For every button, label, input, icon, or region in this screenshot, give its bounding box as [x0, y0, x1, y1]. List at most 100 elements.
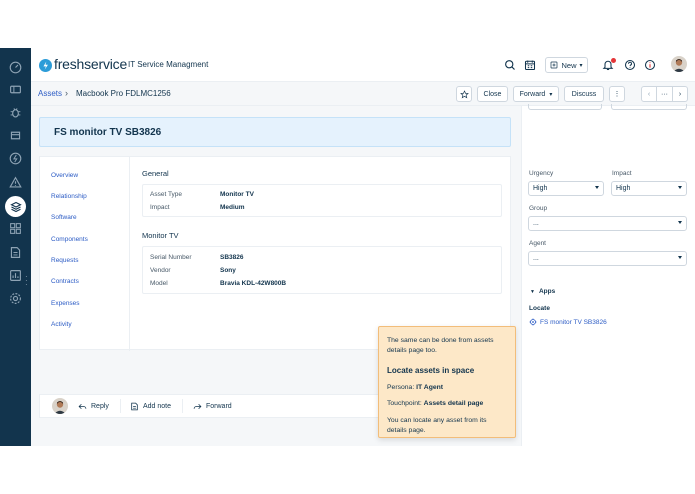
truncated-select[interactable]: [611, 104, 687, 110]
general-fields: Asset Type Monitor TV Impact Medium: [142, 184, 502, 217]
agent-value: ...: [533, 255, 539, 262]
group-select[interactable]: ...: [528, 216, 687, 231]
asset-detail-card: Overview Relationship Software Component…: [39, 156, 511, 351]
app-name: IT Service Managment: [128, 60, 209, 69]
tooltip-title: Locate assets in space: [387, 366, 475, 375]
monitor-section-title: Monitor TV: [142, 231, 179, 240]
divider: [182, 399, 183, 413]
releases-icon[interactable]: [8, 151, 23, 166]
calendar-icon[interactable]: [524, 59, 536, 71]
chevron-down-icon: [678, 221, 682, 224]
tab-contracts[interactable]: Contracts: [51, 278, 79, 285]
asset-tabs: Overview Relationship Software Component…: [40, 157, 130, 351]
alert-icon[interactable]: [8, 175, 23, 190]
logo-text: freshservice: [54, 56, 128, 72]
chevron-down-icon: [678, 256, 682, 259]
tab-components[interactable]: Components: [51, 236, 88, 243]
more-options-button[interactable]: ⋮: [609, 86, 625, 102]
discuss-button[interactable]: Discuss: [564, 86, 604, 102]
close-button[interactable]: Close: [477, 86, 508, 102]
changes-icon[interactable]: [8, 128, 23, 143]
locate-link-text: FS monitor TV SB3826: [540, 318, 607, 326]
tickets-icon[interactable]: [8, 82, 23, 97]
freshservice-logo-icon: [39, 59, 52, 72]
bug-icon[interactable]: [8, 105, 23, 120]
search-icon[interactable]: [504, 59, 516, 71]
persona-tooltip: The same can be done from assets details…: [378, 326, 516, 438]
truncated-select[interactable]: [528, 104, 602, 110]
tooltip-body: You can locate any asset from its detail…: [387, 417, 487, 434]
tab-requests[interactable]: Requests: [51, 257, 78, 264]
chevron-down-icon: [678, 186, 682, 189]
ellipsis-button[interactable]: ···: [656, 86, 673, 102]
general-section-title: General: [142, 169, 169, 178]
rail-more-dots[interactable]: · · ·: [25, 273, 28, 289]
solutions-icon[interactable]: [8, 245, 23, 260]
breadcrumb-assets-link[interactable]: Assets: [38, 89, 62, 98]
user-avatar[interactable]: [671, 56, 687, 72]
help-icon[interactable]: [624, 59, 636, 71]
urgency-select[interactable]: High: [528, 181, 604, 196]
impact-label: Impact: [612, 170, 632, 177]
chevron-right-icon: ›: [678, 90, 682, 98]
field-label: Vendor: [150, 267, 171, 274]
tab-software[interactable]: Software: [51, 214, 77, 221]
locate-app-label: Locate: [529, 305, 550, 312]
sub-header: Assets › Macbook Pro FDLMC1256 Close For…: [31, 82, 695, 106]
info-icon[interactable]: [644, 59, 656, 71]
urgency-label: Urgency: [529, 170, 554, 177]
field-label: Asset Type: [150, 191, 183, 198]
tab-overview[interactable]: Overview: [51, 172, 78, 179]
star-icon: [459, 89, 469, 98]
kebab-icon: ⋮: [613, 91, 621, 98]
field-label: Impact: [150, 204, 170, 211]
agent-label: Agent: [529, 240, 546, 247]
star-button[interactable]: [456, 86, 472, 102]
breadcrumb-separator: ›: [65, 88, 68, 98]
admin-gear-icon[interactable]: [8, 291, 23, 306]
tooltip-persona: Persona: IT Agent: [387, 384, 507, 391]
properties-panel: Urgency High Impact High Group ... Agent…: [521, 104, 695, 446]
group-label: Group: [529, 205, 548, 212]
monitor-fields: Serial Number SB3826 Vendor Sony Model B…: [142, 246, 502, 294]
agent-select[interactable]: ...: [528, 251, 687, 266]
asset-title-card: FS monitor TV SB3826: [39, 117, 511, 147]
forward-button[interactable]: Forward ▾: [513, 86, 559, 102]
tab-relationship[interactable]: Relationship: [51, 193, 87, 200]
plus-square-icon: [551, 61, 558, 69]
divider: [120, 399, 121, 413]
caret-down-icon: ▼: [530, 288, 535, 295]
ellipsis-icon: ···: [661, 90, 668, 98]
urgency-value: High: [533, 185, 548, 192]
tooltip-touchpoint: Touchpoint: Assets detail page: [387, 400, 507, 407]
touchpoint-value: Assets detail page: [423, 400, 484, 407]
impact-select[interactable]: High: [611, 181, 687, 196]
left-nav-rail: · · ·: [0, 48, 31, 446]
field-value: Bravia KDL-42W800B: [220, 280, 287, 287]
assets-icon[interactable]: [5, 196, 26, 217]
chevron-down-icon: ▾: [549, 91, 553, 98]
reports-icon[interactable]: [8, 268, 23, 283]
discuss-button-label: Discuss: [571, 90, 597, 98]
catalog-icon[interactable]: [8, 221, 23, 236]
field-value: Medium: [220, 204, 245, 211]
close-button-label: Close: [483, 90, 502, 98]
reply-icon: [78, 403, 87, 410]
dashboard-icon[interactable]: [8, 60, 23, 75]
reply-button[interactable]: Reply: [78, 402, 109, 411]
field-value: SB3826: [220, 254, 244, 261]
tab-activity[interactable]: Activity: [51, 321, 72, 328]
locate-asset-link[interactable]: FS monitor TV SB3826: [529, 318, 607, 326]
forward-reply-button[interactable]: Forward: [193, 402, 232, 411]
new-button[interactable]: New ▾: [545, 57, 588, 73]
apps-section-toggle[interactable]: ▼ Apps: [530, 288, 555, 295]
tooltip-intro: The same can be done from assets details…: [387, 337, 494, 354]
previous-button[interactable]: ‹: [641, 86, 657, 102]
next-button[interactable]: ›: [672, 86, 688, 102]
add-note-button[interactable]: Add note: [130, 402, 171, 411]
asset-title: FS monitor TV SB3826: [54, 127, 162, 138]
persona-label: Persona:: [387, 384, 415, 391]
apps-label: Apps: [538, 288, 556, 295]
tab-expenses[interactable]: Expenses: [51, 300, 80, 307]
locate-icon: [529, 318, 537, 326]
